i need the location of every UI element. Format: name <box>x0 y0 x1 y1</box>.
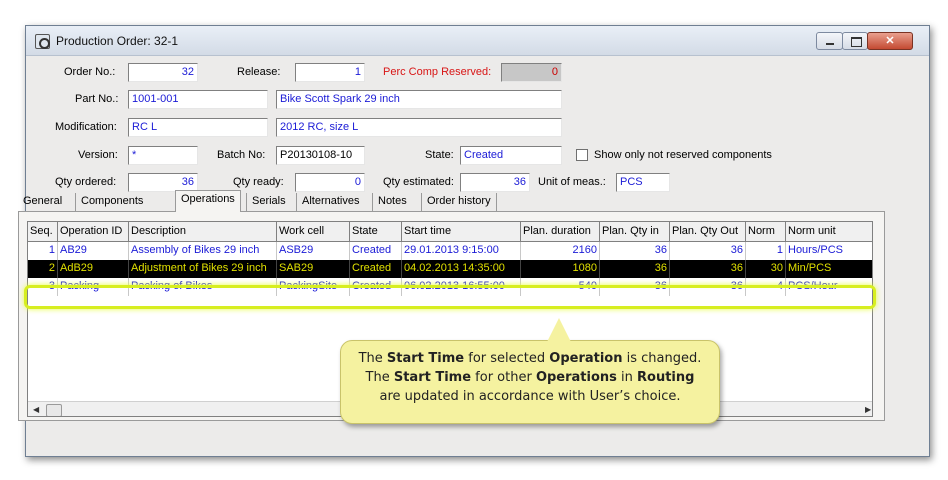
cell-norm: 30 <box>746 260 786 278</box>
qty-ready-field[interactable]: 0 <box>295 173 365 192</box>
column-header-description[interactable]: Description <box>129 222 277 242</box>
cell-seq: 2 <box>28 260 58 278</box>
cell-plan-qty-out: 36 <box>670 242 746 260</box>
minimize-button[interactable] <box>816 32 843 50</box>
title-bar[interactable]: Production Order: 32-1 <box>26 26 929 56</box>
modification-field[interactable]: RC L <box>128 118 268 137</box>
cell-norm-unit: Hours/PCS <box>786 242 872 260</box>
column-header-work-cell[interactable]: Work cell <box>277 222 350 242</box>
cell-norm-unit: Min/PCS <box>786 260 872 278</box>
part-no-field[interactable]: 1001-001 <box>128 90 268 109</box>
callout-line-3: are updated in accordance with User’s ch… <box>379 389 681 404</box>
cell-norm: 1 <box>746 242 786 260</box>
part-description-field[interactable]: Bike Scott Spark 29 inch <box>276 90 562 109</box>
batch-no-label: Batch No: <box>217 149 266 161</box>
state-label: State: <box>425 149 454 161</box>
column-header-plan-qty-out[interactable]: Plan. Qty Out <box>670 222 746 242</box>
cell-state: Created <box>350 242 402 260</box>
unit-label: Unit of meas.: <box>538 176 606 188</box>
cell-start-time: 06.02.2013 16:55:00 <box>402 278 521 296</box>
cell-work-cell: SAB29 <box>277 260 350 278</box>
cell-plan-duration: 540 <box>521 278 600 296</box>
cell-plan-qty-in: 36 <box>600 278 670 296</box>
maximize-button[interactable] <box>842 32 868 50</box>
column-header-seq[interactable]: Seq. <box>28 222 58 242</box>
window-title: Production Order: 32-1 <box>56 34 179 48</box>
column-header-operation-id[interactable]: Operation ID <box>58 222 129 242</box>
callout-line-1: The Start Time for selected Operation is… <box>358 351 702 366</box>
tab-alternatives[interactable]: Alternatives <box>296 193 364 212</box>
cell-start-time: 29.01.2013 9:15:00 <box>402 242 521 260</box>
cell-description: Packing of Bikes <box>129 278 277 296</box>
show-only-not-reserved-label: Show only not reserved components <box>594 149 772 161</box>
column-header-start-time[interactable]: Start time <box>402 222 521 242</box>
cell-plan-qty-in: 36 <box>600 242 670 260</box>
show-only-not-reserved-checkbox[interactable] <box>576 149 588 161</box>
annotation-callout: The Start Time for selected Operation is… <box>340 340 720 424</box>
cell-norm: 4 <box>746 278 786 296</box>
cell-start-time: 04.02.2013 14:35:00 <box>402 260 521 278</box>
column-header-norm-unit[interactable]: Norm unit <box>786 222 872 242</box>
tab-notes[interactable]: Notes <box>372 193 412 212</box>
cell-description: Adjustment of Bikes 29 inch <box>129 260 277 278</box>
part-no-label: Part No.: <box>75 93 119 105</box>
horizontal-scroll-thumb[interactable] <box>46 404 62 416</box>
qty-ready-label: Qty ready: <box>233 176 284 188</box>
release-field[interactable]: 1 <box>295 63 365 82</box>
scroll-right-arrow-icon[interactable]: ▶ <box>865 405 871 414</box>
cell-work-cell: ASB29 <box>277 242 350 260</box>
order-no-label: Order No.: <box>64 66 116 78</box>
cell-plan-qty-out: 36 <box>670 260 746 278</box>
batch-no-field[interactable]: P20130108-10 <box>276 146 365 165</box>
column-header-norm[interactable]: Norm <box>746 222 786 242</box>
close-button[interactable] <box>867 32 913 50</box>
unit-field[interactable]: PCS <box>616 173 670 192</box>
cell-seq: 3 <box>28 278 58 296</box>
cell-state: Created <box>350 278 402 296</box>
tab-operations[interactable]: Operations <box>175 190 241 212</box>
version-label: Version: <box>78 149 118 161</box>
cell-state: Created <box>350 260 402 278</box>
perc-comp-label: Perc Comp Reserved: <box>383 66 492 78</box>
column-header-plan-qty-in[interactable]: Plan. Qty in <box>600 222 670 242</box>
order-no-field[interactable]: 32 <box>128 63 198 82</box>
cell-work-cell: PackingSite <box>277 278 350 296</box>
modification-description-field[interactable]: 2012 RC, size L <box>276 118 562 137</box>
modification-label: Modification: <box>55 121 117 133</box>
callout-line-2: The Start Time for other Operations in R… <box>365 370 695 385</box>
cell-plan-qty-in: 36 <box>600 260 670 278</box>
qty-estimated-label: Qty estimated: <box>383 176 454 188</box>
cell-norm-unit: PCS/Hour <box>786 278 872 296</box>
app-icon <box>35 34 50 49</box>
column-header-state[interactable]: State <box>350 222 402 242</box>
cell-plan-qty-out: 36 <box>670 278 746 296</box>
release-label: Release: <box>237 66 281 78</box>
tab-order-history[interactable]: Order history <box>421 193 497 212</box>
scroll-left-arrow-icon[interactable]: ◀ <box>33 405 39 414</box>
cell-operation-id: AB29 <box>58 242 129 260</box>
tab-general[interactable]: General <box>18 193 67 212</box>
tab-components[interactable]: Components <box>75 193 148 212</box>
cell-operation-id: AdB29 <box>58 260 129 278</box>
state-field: Created <box>460 146 562 165</box>
cell-plan-duration: 2160 <box>521 242 600 260</box>
qty-ordered-label: Qty ordered: <box>55 176 117 188</box>
version-field[interactable]: * <box>128 146 198 165</box>
qty-estimated-field[interactable]: 36 <box>460 173 530 192</box>
cell-operation-id: Packing <box>58 278 129 296</box>
cell-description: Assembly of Bikes 29 inch <box>129 242 277 260</box>
cell-plan-duration: 1080 <box>521 260 600 278</box>
tab-serials[interactable]: Serials <box>246 193 291 212</box>
perc-comp-field: 0 <box>501 63 562 82</box>
callout-pointer <box>547 318 571 342</box>
column-header-plan-duration[interactable]: Plan. duration <box>521 222 600 242</box>
cell-seq: 1 <box>28 242 58 260</box>
